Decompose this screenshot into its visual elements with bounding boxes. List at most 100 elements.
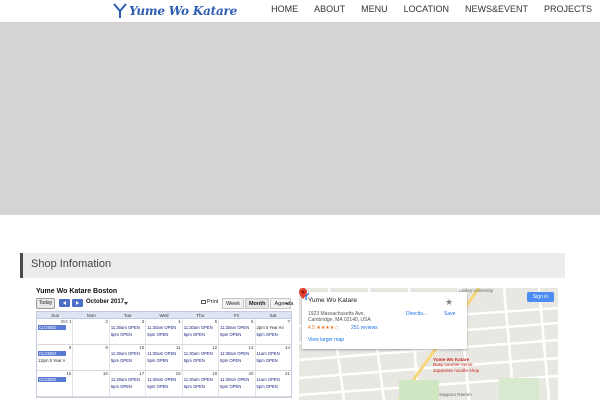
calendar-day-cell[interactable]: 3 11:30am OPEN 5pm OPEN <box>110 319 147 344</box>
day-number: 16 <box>102 371 108 376</box>
next-month-button[interactable] <box>72 299 83 307</box>
calendar-day-cell[interactable]: 6 11:30am OPEN 5pm OPEN <box>219 319 256 344</box>
view-larger-map-link[interactable]: View larger map <box>308 337 344 343</box>
hero-banner <box>0 22 600 215</box>
calendar-day-cell[interactable]: 14 11am OPEN 5pm OPEN <box>256 345 291 370</box>
calendar-event[interactable]: 5pm OPEN <box>257 358 278 363</box>
calendar-day-cell[interactable]: 19 11:30am OPEN 5pm OPEN <box>183 371 220 396</box>
day-number: 3 <box>141 319 145 324</box>
calendar-day-cell[interactable]: 18 11:30am OPEN 5pm OPEN <box>146 371 183 396</box>
calendar-event[interactable]: 11:30am OPEN <box>184 325 213 330</box>
calendar-grid: Sun Mon Tue Wed Thu Fri Sat Oct 1 CLOSED 2… <box>36 311 292 398</box>
map-reviews-link[interactable]: 251 reviews <box>351 325 378 331</box>
chevron-down-icon <box>285 303 290 305</box>
calendar-event[interactable]: 11:30am OPEN <box>220 325 249 330</box>
prev-month-button[interactable] <box>59 299 70 307</box>
map-place-label: Lesley University <box>459 288 494 293</box>
map-pin-icon[interactable] <box>299 288 307 299</box>
today-button[interactable]: Today <box>36 298 55 309</box>
nav-location[interactable]: LOCATION <box>396 0 457 20</box>
calendar-day-cell[interactable]: 21 11am OPEN 5pm OPEN <box>256 371 291 396</box>
day-number: 10 <box>139 345 145 350</box>
calendar-event[interactable]: 11:30am OPEN <box>184 351 213 356</box>
calendar-day-cell[interactable]: 5 11:30am OPEN 5pm OPEN <box>183 319 220 344</box>
calendar-day-cell[interactable]: 15 CLOSED <box>37 371 74 396</box>
calendar-week-row: 8 CLOSED 12pm 5 Year A 9 10 11:30am OPEN 5pm O… <box>37 345 291 371</box>
calendar-event[interactable]: 11:30am OPEN <box>220 377 249 382</box>
calendar-day-cell[interactable]: 20 11:30am OPEN 5pm OPEN <box>219 371 256 396</box>
calendar-event[interactable]: 5pm OPEN <box>184 384 205 389</box>
calendar-event[interactable]: CLOSED <box>38 377 66 382</box>
day-number: Oct 1 <box>60 319 72 324</box>
calendar-event[interactable]: 11:30am OPEN <box>147 325 176 330</box>
logo-icon <box>113 3 127 19</box>
calendar-event[interactable]: 11:30am OPEN <box>111 325 140 330</box>
calendar-event[interactable]: 5pm OPEN <box>220 358 241 363</box>
sign-in-button[interactable]: Sign in <box>527 292 554 302</box>
view-tabs: Week Month Agenda <box>221 298 293 309</box>
nav-menu[interactable]: MENU <box>353 0 396 20</box>
nav-home[interactable]: HOME <box>265 0 306 20</box>
day-number: 6 <box>251 319 254 324</box>
chevron-left-icon <box>63 301 66 305</box>
calendar-day-cell[interactable]: 17 11:30am OPEN 5pm OPEN <box>110 371 147 396</box>
day-number: 17 <box>139 371 145 376</box>
calendar-day-cell[interactable]: 9 <box>73 345 110 370</box>
calendar-event[interactable]: 5pm OPEN <box>184 358 205 363</box>
calendar-event[interactable]: 11:30am OPEN <box>220 351 249 356</box>
calendar-month-label[interactable]: October 2017 <box>86 299 124 305</box>
save-link[interactable]: Save <box>444 311 455 317</box>
calendar-event[interactable]: 11am OPEN <box>257 351 280 356</box>
calendar-event[interactable]: 11:30am OPEN <box>147 377 176 382</box>
calendar-event[interactable]: 5pm OPEN <box>147 384 168 389</box>
calendar-event[interactable]: 11am OPEN <box>257 377 280 382</box>
calendar-event[interactable]: 5pm OPEN <box>220 384 241 389</box>
main-nav: HOME ABOUT MENU LOCATION NEWS&EVENT PROJ… <box>265 0 600 20</box>
map-embed[interactable]: Yume Wo Katare 1923 Massachusetts Ave, C… <box>299 288 558 400</box>
calendar-event[interactable]: 11:30am OPEN <box>184 377 213 382</box>
chevron-down-icon[interactable] <box>124 302 128 305</box>
calendar-day-cell[interactable]: 10 11:30am OPEN 5pm OPEN <box>110 345 147 370</box>
map-info-card: Yume Wo Katare 1923 Massachusetts Ave, C… <box>302 292 467 349</box>
calendar-event[interactable]: 2pm 5 Year An <box>257 325 284 330</box>
calendar-day-cell[interactable]: 8 CLOSED 12pm 5 Year A <box>37 345 74 370</box>
calendar-day-cell[interactable]: 2 <box>73 319 110 344</box>
calendar-event[interactable]: 11:30am OPEN <box>111 351 140 356</box>
calendar-day-cell[interactable]: 16 <box>73 371 110 396</box>
calendar-day-cell[interactable]: Oct 1 CLOSED <box>37 319 74 344</box>
calendar-event[interactable]: 5pm OPEN <box>257 384 278 389</box>
calendar-event[interactable]: 5pm OPEN <box>111 358 132 363</box>
nav-news-event[interactable]: NEWS&EVENT <box>457 0 536 20</box>
calendar-day-cell[interactable]: 4 11:30am OPEN 5pm OPEN <box>146 319 183 344</box>
weekday-label: Tue <box>123 313 132 318</box>
site-header: Yume Wo Katare HOME ABOUT MENU LOCATION … <box>0 0 600 22</box>
calendar-event[interactable]: 11:30am OPEN <box>147 351 176 356</box>
day-number: 5 <box>214 319 218 324</box>
pin-desc2: Japanese noodle shop <box>433 367 480 373</box>
calendar-event[interactable]: 5pm OPEN <box>257 332 278 337</box>
calendar-event[interactable]: CLOSED <box>38 325 66 330</box>
directions-link[interactable]: Directio... <box>406 311 427 317</box>
calendar-event[interactable]: CLOSED <box>38 351 66 356</box>
calendar-event[interactable]: 12pm 5 Year A <box>38 358 65 363</box>
calendar-day-cell[interactable]: 12 11:30am OPEN 5pm OPEN <box>183 345 220 370</box>
star-icon[interactable]: ★ <box>445 298 453 307</box>
tab-month[interactable]: Month <box>244 298 270 309</box>
tab-week[interactable]: Week <box>222 298 244 309</box>
calendar-day-cell[interactable]: 7 2pm 5 Year An 5pm OPEN <box>256 319 291 344</box>
calendar-event[interactable]: 5pm OPEN <box>220 332 241 337</box>
calendar-event[interactable]: 11:30am OPEN <box>111 377 140 382</box>
calendar-day-cell[interactable]: 11 11:30am OPEN 5pm OPEN <box>146 345 183 370</box>
calendar-event[interactable]: 5pm OPEN <box>111 332 132 337</box>
calendar-event[interactable]: 5pm OPEN <box>147 332 168 337</box>
calendar-event[interactable]: 5pm OPEN <box>111 384 132 389</box>
tab-agenda[interactable]: Agenda <box>270 298 293 309</box>
print-button[interactable]: Print <box>201 299 218 305</box>
logo-text: Yume Wo Katare <box>129 4 238 18</box>
calendar-day-cell[interactable]: 13 11:30am OPEN 5pm OPEN <box>219 345 256 370</box>
nav-projects[interactable]: PROJECTS <box>536 0 600 20</box>
nav-about[interactable]: ABOUT <box>306 0 353 20</box>
calendar-event[interactable]: 5pm OPEN <box>147 358 168 363</box>
calendar-event[interactable]: 5pm OPEN <box>184 332 205 337</box>
site-logo[interactable]: Yume Wo Katare <box>113 0 237 22</box>
